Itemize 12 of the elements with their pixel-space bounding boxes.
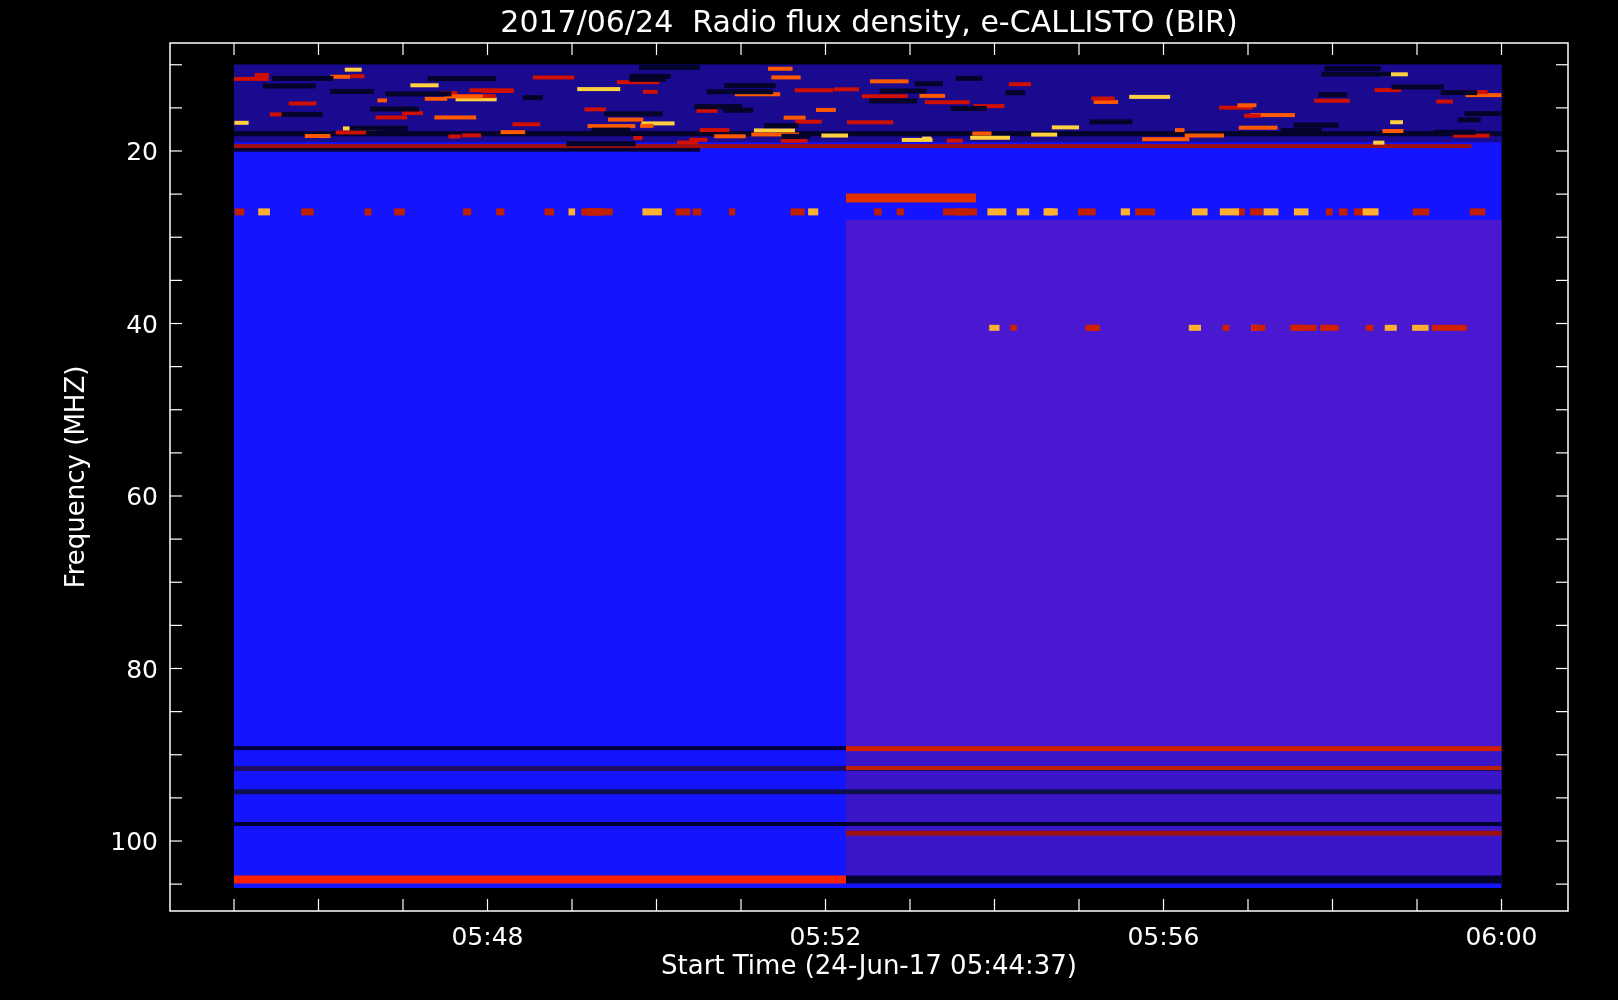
y-tick-label: 100 <box>110 827 158 856</box>
y-tick-label: 40 <box>126 309 158 339</box>
chart-title: 2017/06/24 Radio flux density, e-CALLISTO (BIR) <box>500 4 1238 39</box>
x-tick-label: 05:52 <box>789 922 862 951</box>
y-tick-label: 20 <box>126 137 158 166</box>
x-tick-label: 05:56 <box>1127 922 1200 951</box>
x-axis-label: Start Time (24-Jun-17 05:44:37) <box>661 950 1077 980</box>
y-axis-label: Frequency (MHZ) <box>60 365 90 589</box>
y-tick-label: 60 <box>126 482 158 511</box>
x-tick-label: 05:48 <box>451 922 524 951</box>
x-tick-label: 06:00 <box>1465 922 1538 951</box>
y-tick-label: 80 <box>126 654 158 684</box>
